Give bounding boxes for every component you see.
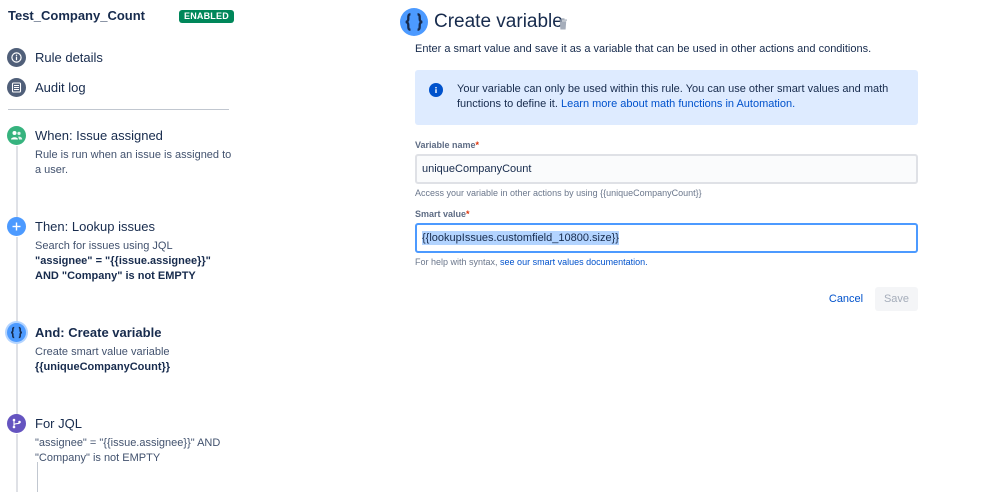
info-panel: Your variable can only be used within th… <box>415 70 918 125</box>
smart-value-helper: For help with syntax, see our smart valu… <box>415 257 648 267</box>
step-title: For JQL <box>35 416 82 431</box>
step-action-create-variable[interactable]: And: Create variable Create smart value … <box>7 323 232 383</box>
step-action-lookup-issues[interactable]: Then: Lookup issues Search for issues us… <box>7 217 232 287</box>
step-title: When: Issue assigned <box>35 128 163 143</box>
step-jql-value: "assignee" = "{{issue.assignee}}" AND "C… <box>35 255 211 282</box>
step-description-text: Search for issues using JQL <box>35 240 173 252</box>
variable-name-label: Variable name* <box>415 140 479 150</box>
smart-values-docs-link[interactable]: see our smart values documentation. <box>500 257 648 267</box>
status-badge: ENABLED <box>179 10 234 23</box>
nav-rule-details[interactable]: Rule details <box>7 47 103 67</box>
users-icon <box>7 126 26 145</box>
save-button[interactable]: Save <box>875 287 918 311</box>
rule-name: Test_Company_Count <box>8 8 145 23</box>
smart-value-label-text: Smart value <box>415 209 467 219</box>
step-title: Then: Lookup issues <box>35 219 155 234</box>
cancel-button[interactable]: Cancel <box>819 287 873 311</box>
smart-value-label: Smart value* <box>415 209 470 219</box>
page-subtitle: Enter a smart value and save it as a var… <box>415 43 872 55</box>
nav-rule-details-label: Rule details <box>35 49 103 65</box>
step-description: "assignee" = "{{issue.assignee}}" AND "C… <box>35 437 221 464</box>
nav-audit-log[interactable]: Audit log <box>7 77 86 97</box>
step-description: Rule is run when an issue is assigned to… <box>35 149 232 176</box>
required-marker: * <box>466 209 470 219</box>
plus-icon <box>7 217 26 236</box>
step-branch-for-jql[interactable]: For JQL "assignee" = "{{issue.assignee}}… <box>7 414 232 466</box>
curly-braces-icon <box>7 323 26 342</box>
math-functions-link[interactable]: Learn more about math functions in Autom… <box>561 98 795 110</box>
branch-icon <box>7 414 26 433</box>
trash-icon[interactable] <box>558 17 568 35</box>
branch-connector <box>37 462 38 492</box>
page-title: Create variable <box>434 11 563 32</box>
step-variable-value: {{uniqueCompanyCount}} <box>35 361 171 373</box>
step-description: Create smart value variable {{uniqueComp… <box>35 345 235 375</box>
nav-audit-log-label: Audit log <box>35 79 86 95</box>
rule-sidebar: Test_Company_Count ENABLED Rule details … <box>0 0 240 492</box>
list-icon <box>7 77 26 97</box>
step-description: Search for issues using JQL "assignee" =… <box>35 239 235 284</box>
curly-braces-icon <box>400 8 428 36</box>
info-icon <box>429 83 443 97</box>
variable-name-helper: Access your variable in other actions by… <box>415 188 702 198</box>
info-icon <box>7 47 26 67</box>
required-marker: * <box>475 140 480 150</box>
step-description-text: Create smart value variable <box>35 346 170 358</box>
smart-value-text: {{lookupIssues.customfield_10800.size}} <box>422 231 619 245</box>
sidebar-divider <box>8 109 229 110</box>
variable-name-label-text: Variable name <box>415 140 476 150</box>
variable-name-input[interactable] <box>415 154 918 184</box>
step-title: And: Create variable <box>35 325 162 340</box>
smart-value-helper-text: For help with syntax, <box>415 257 501 267</box>
step-trigger-issue-assigned[interactable]: When: Issue assigned Rule is run when an… <box>7 126 232 186</box>
info-text: Your variable can only be used within th… <box>457 82 907 112</box>
smart-value-input[interactable]: {{lookupIssues.customfield_10800.size}} <box>415 223 918 253</box>
